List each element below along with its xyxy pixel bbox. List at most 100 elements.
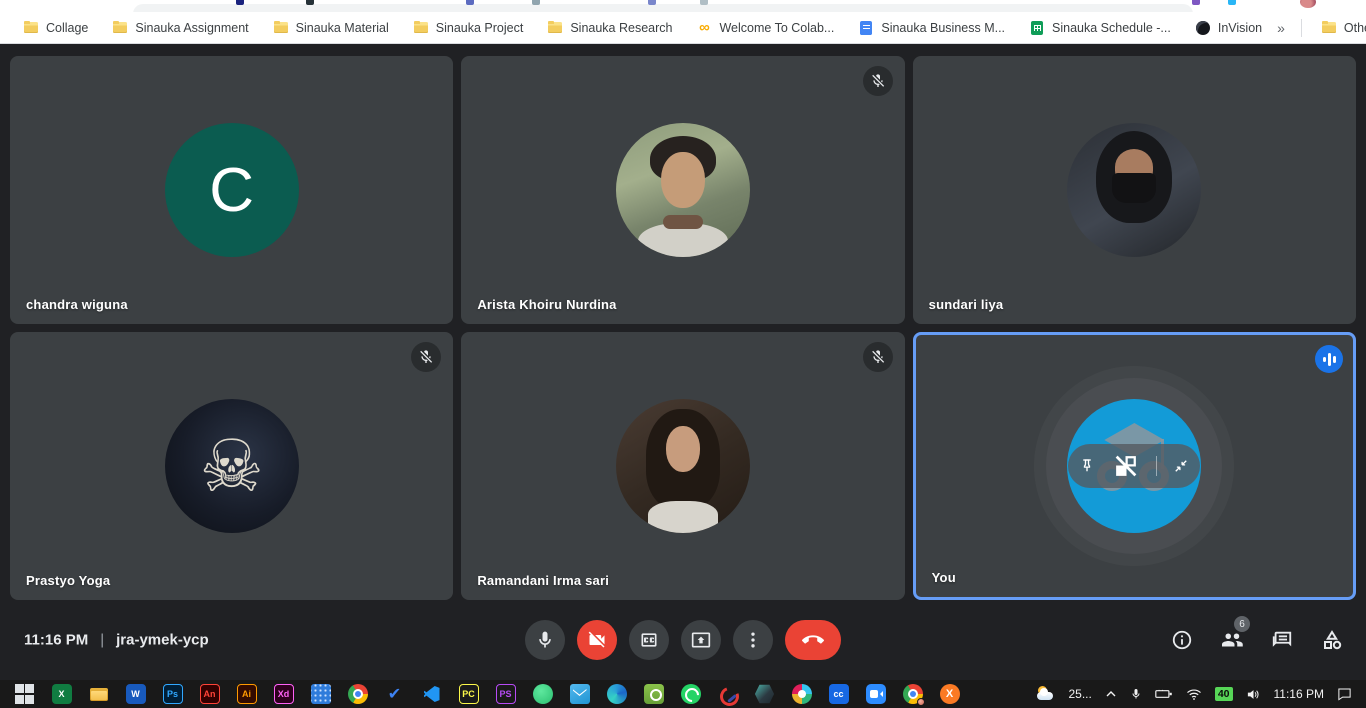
temperature-label[interactable]: 25...: [1068, 687, 1091, 701]
participant-avatar: [616, 399, 750, 533]
phpstorm-icon[interactable]: PS: [487, 680, 524, 708]
extension-icon[interactable]: [236, 0, 244, 5]
screen-recorder-icon[interactable]: [635, 680, 672, 708]
browser-toolbar-fragment: [0, 0, 1366, 12]
participant-avatar: [616, 123, 750, 257]
slack-icon[interactable]: [783, 680, 820, 708]
mail-icon[interactable]: [561, 680, 598, 708]
invision-icon: [1195, 20, 1211, 36]
address-bar-fragment[interactable]: [133, 4, 1193, 12]
extension-icon[interactable]: [648, 0, 656, 5]
chat-button[interactable]: [1270, 628, 1294, 652]
browser-profile-avatar[interactable]: [1300, 0, 1316, 8]
red-swirl-app-icon[interactable]: [709, 680, 746, 708]
captions-button[interactable]: [629, 620, 669, 660]
start-button[interactable]: [6, 680, 43, 708]
meeting-info: 11:16 PM | jra-ymek-ycp: [24, 632, 209, 649]
meeting-details-button[interactable]: [1170, 628, 1194, 652]
participant-tile-prastyo[interactable]: ☠ Prastyo Yoga: [10, 332, 453, 600]
participant-avatar: ☠: [165, 399, 299, 533]
bookmark-item[interactable]: ∞ Welcome To Colab...: [687, 17, 843, 39]
participant-name: sundari liya: [929, 297, 1004, 312]
whatsapp-icon[interactable]: [672, 680, 709, 708]
participant-grid: C chandra wiguna: [0, 44, 1366, 600]
photoshop-icon[interactable]: Ps: [154, 680, 191, 708]
pycharm-icon[interactable]: PC: [450, 680, 487, 708]
extension-icon[interactable]: [306, 0, 314, 5]
extension-icon[interactable]: [1192, 0, 1200, 5]
participant-tile-sundari[interactable]: sundari liya: [913, 56, 1356, 324]
folder-icon: [547, 20, 563, 36]
more-options-button[interactable]: [733, 620, 773, 660]
todo-check-icon[interactable]: ✔: [376, 680, 413, 708]
action-center-icon[interactable]: [1337, 687, 1352, 701]
bookmark-item[interactable]: Sinauka Business M...: [849, 17, 1014, 39]
volume-icon[interactable]: [1246, 688, 1261, 701]
participant-tile-ramandani[interactable]: Ramandani Irma sari: [461, 332, 904, 600]
participant-name: Ramandani Irma sari: [477, 573, 609, 588]
avatar-wrap: [461, 56, 904, 324]
avatar-photo-shape: [661, 152, 705, 208]
windows-taskbar: X W Ps An Ai: [0, 680, 1366, 708]
extension-icon[interactable]: [532, 0, 540, 5]
wifi-icon[interactable]: [1186, 688, 1202, 701]
meet-control-bar: 11:16 PM | jra-ymek-ycp: [0, 600, 1366, 680]
vscode-icon[interactable]: [413, 680, 450, 708]
tray-overflow-chevron[interactable]: [1105, 688, 1117, 700]
extension-icon[interactable]: [466, 0, 474, 5]
camera-off-button[interactable]: [577, 620, 617, 660]
bookmark-item[interactable]: Sinauka Material: [264, 17, 398, 39]
pill-divider: [1156, 456, 1157, 476]
bookmark-item[interactable]: Sinauka Project: [404, 17, 533, 39]
bookmarks-overflow-chevron[interactable]: »: [1271, 18, 1291, 38]
cc-app-icon[interactable]: cc: [820, 680, 857, 708]
bookmark-item[interactable]: Sinauka Schedule -...: [1020, 17, 1180, 39]
avatar-wrap: [913, 56, 1356, 324]
meet-main-area: C chandra wiguna: [0, 44, 1366, 680]
hexagon-app-icon[interactable]: [746, 680, 783, 708]
taskbar-clock[interactable]: 11:16 PM: [1274, 687, 1324, 701]
bookmark-item[interactable]: Sinauka Assignment: [103, 17, 257, 39]
word-icon[interactable]: W: [117, 680, 154, 708]
xampp-icon[interactable]: X: [931, 680, 968, 708]
bookmark-item[interactable]: Sinauka Research: [538, 17, 681, 39]
profile-badge: [917, 698, 925, 706]
edge-icon[interactable]: [598, 680, 635, 708]
participant-tile-arista[interactable]: Arista Khoiru Nurdina: [461, 56, 904, 324]
avatar-photo-shape: [648, 501, 718, 533]
weather-icon[interactable]: [1035, 685, 1055, 703]
remove-tile-button[interactable]: [1111, 451, 1141, 481]
microphone-button[interactable]: [525, 620, 565, 660]
adobe-xd-icon[interactable]: Xd: [265, 680, 302, 708]
chrome-profile-icon[interactable]: [894, 680, 931, 708]
other-bookmarks-button[interactable]: Other bookmarks: [1312, 17, 1366, 39]
android-studio-icon[interactable]: [524, 680, 561, 708]
battery-icon[interactable]: [1155, 688, 1173, 700]
present-button[interactable]: [681, 620, 721, 660]
video-app-icon[interactable]: [857, 680, 894, 708]
extension-icon[interactable]: [700, 0, 708, 5]
bookmark-item[interactable]: Collage: [14, 17, 97, 39]
chrome-icon[interactable]: [339, 680, 376, 708]
excel-icon[interactable]: X: [43, 680, 80, 708]
bookmark-label: Sinauka Research: [570, 21, 672, 35]
bookmark-item[interactable]: InVision: [1186, 17, 1271, 39]
battery-percent-badge[interactable]: 40: [1215, 687, 1233, 701]
pin-button[interactable]: [1078, 457, 1096, 475]
avatar-wrap: ☠: [10, 332, 453, 600]
activities-button[interactable]: [1320, 628, 1344, 652]
bookmark-label: InVision: [1218, 21, 1262, 35]
illustrator-icon[interactable]: Ai: [228, 680, 265, 708]
extension-icon[interactable]: [1228, 0, 1236, 5]
participant-tile-chandra[interactable]: C chandra wiguna: [10, 56, 453, 324]
file-explorer-icon[interactable]: [80, 680, 117, 708]
participant-tile-you[interactable]: You: [913, 332, 1356, 600]
end-call-button[interactable]: [785, 620, 841, 660]
participant-avatar: C: [165, 123, 299, 257]
minimize-tile-button[interactable]: [1172, 457, 1190, 475]
tile-actions-pill: [1068, 444, 1200, 488]
mic-tray-icon[interactable]: [1130, 687, 1142, 701]
animate-icon[interactable]: An: [191, 680, 228, 708]
calendar-icon[interactable]: [302, 680, 339, 708]
participants-button[interactable]: 6: [1220, 628, 1244, 652]
